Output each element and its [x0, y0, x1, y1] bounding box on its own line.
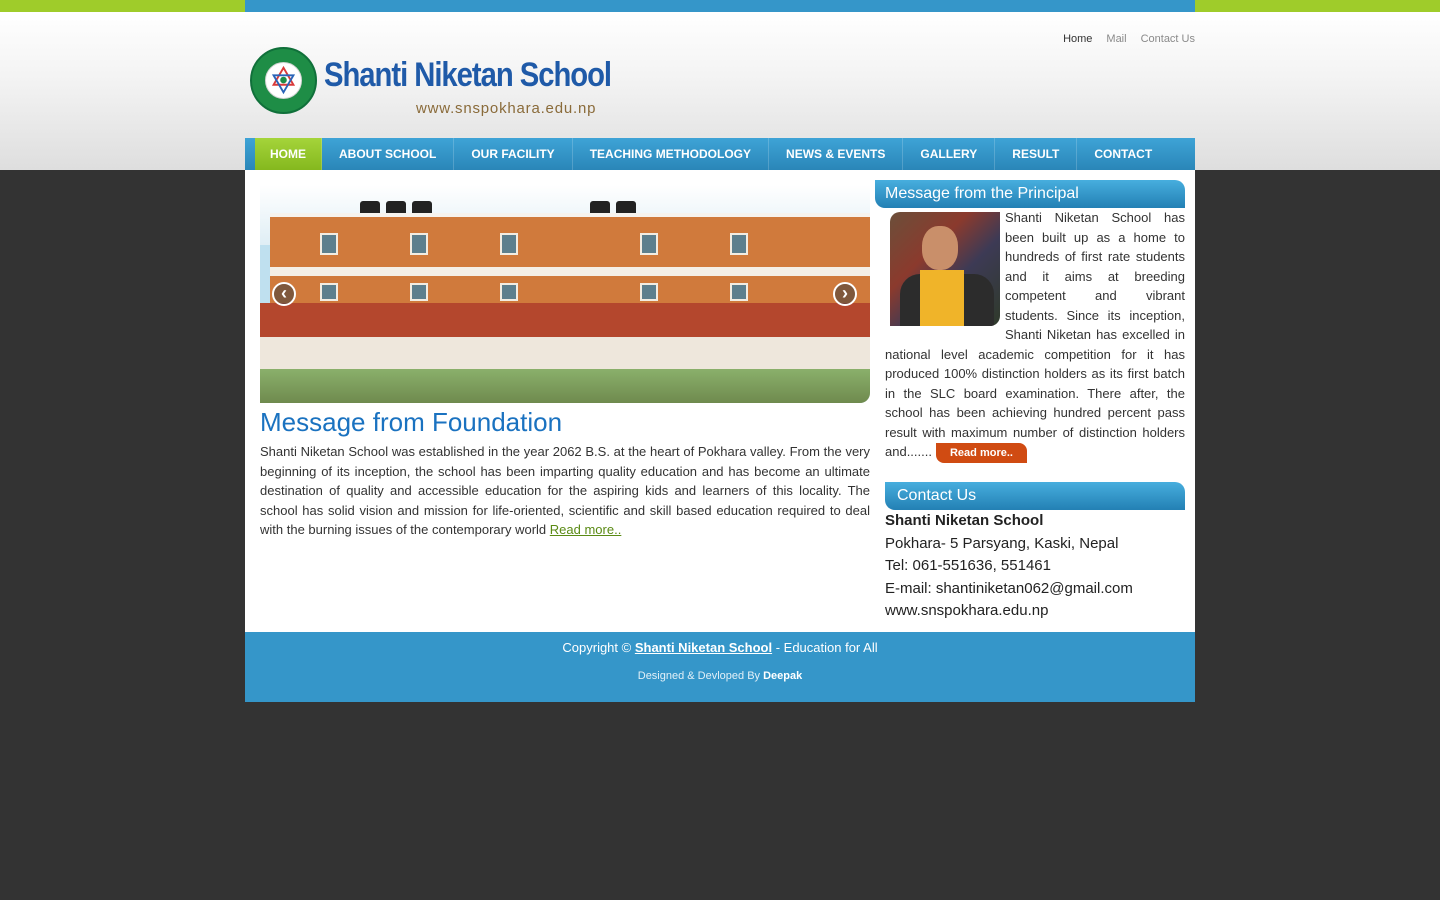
principal-photo — [890, 212, 1000, 326]
photo-face — [922, 226, 958, 270]
foundation-read-more-link[interactable]: Read more.. — [550, 522, 622, 537]
contact-info: Shanti Niketan School Pokhara- 5 Parsyan… — [885, 510, 1133, 623]
top-link-mail[interactable]: Mail — [1106, 33, 1126, 45]
footer: Copyright © Shanti Niketan School - Educ… — [245, 632, 1195, 702]
building-window — [320, 233, 338, 255]
designer-name: Deepak — [763, 670, 803, 682]
contact-heading: Contact Us — [885, 482, 1185, 510]
contact-website: www.snspokhara.edu.np — [885, 602, 1049, 619]
contact-address: Pokhara- 5 Parsyang, Kaski, Nepal — [885, 534, 1119, 552]
footer-school-link[interactable]: Shanti Niketan School — [635, 640, 772, 655]
nav-item-contact[interactable]: CONTACT — [1077, 138, 1169, 170]
site-logo[interactable]: Shanti Niketan School www.snspokhara.edu… — [250, 46, 612, 120]
photo-scarf — [920, 270, 964, 326]
top-link-home[interactable]: Home — [1063, 33, 1092, 45]
building-window — [500, 233, 518, 255]
school-emblem-icon — [250, 47, 317, 114]
logo-url: www.snspokhara.edu.np — [416, 100, 597, 117]
main-nav: HOME ABOUT SCHOOL OUR FACILITY TEACHING … — [245, 138, 1195, 170]
nav-item-result[interactable]: RESULT — [995, 138, 1078, 170]
copyright-suffix: - Education for All — [775, 640, 878, 655]
building-window — [500, 283, 518, 301]
building-window — [410, 283, 428, 301]
contact-email: E-mail: shantiniketan062@gmail.com — [885, 579, 1133, 597]
building-window — [410, 233, 428, 255]
top-link-contact-us[interactable]: Contact Us — [1141, 33, 1195, 45]
logo-title: Shanti Niketan School — [324, 56, 612, 94]
nav-item-about-school[interactable]: ABOUT SCHOOL — [322, 138, 455, 170]
building-window — [320, 283, 338, 301]
nav-item-news-events[interactable]: NEWS & EVENTS — [769, 138, 904, 170]
designed-by-label: Designed & Devloped By — [637, 670, 761, 682]
top-links: Home Mail Contact Us — [1063, 33, 1195, 45]
slider-prev-button[interactable]: ‹ — [272, 282, 296, 306]
building-window — [730, 283, 748, 301]
principal-message: Shanti Niketan School has been built up … — [885, 208, 1185, 463]
emblem-center — [265, 62, 302, 99]
top-color-strip-center — [245, 0, 1195, 12]
star-of-david-icon — [271, 65, 296, 95]
nav-item-home[interactable]: HOME — [255, 138, 322, 170]
copyright-prefix: Copyright © — [562, 640, 632, 655]
foundation-heading: Message from Foundation — [260, 407, 563, 437]
building-window — [640, 283, 658, 301]
foundation-message: Shanti Niketan School was established in… — [260, 442, 870, 540]
principal-heading: Message from the Principal — [875, 180, 1185, 208]
principal-read-more-button[interactable]: Read more.. — [935, 443, 1027, 463]
main-content: ‹ › Message from Foundation Shanti Niket… — [245, 170, 1195, 632]
slider-next-button[interactable]: › — [833, 282, 857, 306]
nav-item-our-facility[interactable]: OUR FACILITY — [454, 138, 573, 170]
top-color-strip — [0, 0, 1440, 12]
building-window — [640, 233, 658, 255]
nav-item-gallery[interactable]: GALLERY — [903, 138, 996, 170]
building-roof — [260, 303, 870, 341]
contact-org: Shanti Niketan School — [885, 512, 1044, 529]
building-window — [730, 233, 748, 255]
image-slider: ‹ › — [260, 185, 870, 403]
building-grounds — [260, 369, 870, 403]
footer-copyright: Copyright © Shanti Niketan School - Educ… — [245, 640, 1195, 655]
contact-tel: Tel: 061-551636, 551461 — [885, 557, 1051, 574]
building-band — [270, 267, 870, 276]
building-lower-wall — [260, 337, 870, 371]
nav-item-teaching-methodology[interactable]: TEACHING METHODOLOGY — [573, 138, 770, 170]
footer-credits: Designed & Devloped By Deepak — [245, 670, 1195, 682]
